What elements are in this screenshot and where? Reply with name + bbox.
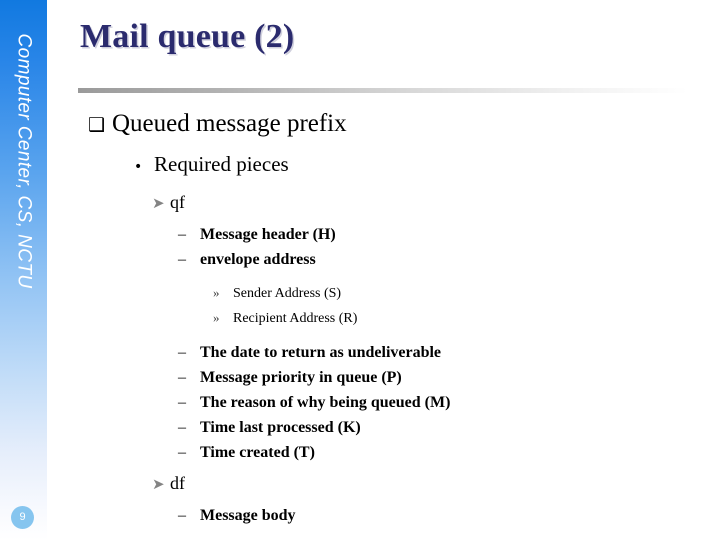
- slide-title: Mail queue (2): [80, 18, 295, 55]
- outline-item-df: ➤ df: [152, 470, 720, 497]
- outline-text: Required pieces: [154, 152, 289, 176]
- outline-item-time-last-processed: – Time last processed (K): [178, 415, 720, 440]
- guillemet-bullet-icon: »: [213, 310, 220, 325]
- outline-text: Recipient Address (R): [233, 311, 358, 326]
- outline-item-reason-queued: – The reason of why being queued (M): [178, 390, 720, 415]
- outline-item-sender-address: » Sender Address (S): [213, 281, 720, 306]
- outline-text: df: [170, 473, 185, 493]
- outline-item-message-header: – Message header (H): [178, 222, 720, 247]
- outline-text: The date to return as undeliverable: [200, 344, 442, 361]
- outline-text: envelope address: [200, 251, 316, 268]
- guillemet-bullet-icon: »: [213, 285, 220, 300]
- outline-item-message-priority: – Message priority in queue (P): [178, 365, 720, 390]
- outline-text: Message body: [200, 507, 296, 524]
- outline-text: Queued message prefix: [112, 110, 347, 137]
- disc-bullet-icon: •: [134, 159, 143, 175]
- outline-text: Sender Address (S): [233, 286, 342, 301]
- outline-item-envelope-address: – envelope address: [178, 247, 720, 272]
- outline-text: Message header (H): [200, 226, 336, 243]
- outline-text: Time last processed (K): [200, 419, 361, 436]
- outline-item-recipient-address: » Recipient Address (R): [213, 306, 720, 331]
- arrow-bullet-icon: ➤: [152, 475, 165, 493]
- dash-bullet-icon: –: [178, 444, 186, 461]
- outline-text: Time created (T): [200, 444, 315, 461]
- outline-text: qf: [170, 192, 185, 212]
- outline-item-date-to-return: – The date to return as undeliverable: [178, 340, 720, 365]
- dash-bullet-icon: –: [178, 344, 186, 361]
- dash-bullet-icon: –: [178, 369, 186, 386]
- outline-item-time-created: – Time created (T): [178, 440, 720, 465]
- title-divider-rule: [78, 88, 688, 93]
- dash-bullet-icon: –: [178, 226, 186, 243]
- arrow-bullet-icon: ➤: [152, 194, 165, 212]
- slide-body-outline: ❑ Queued message prefix • Required piece…: [0, 108, 720, 528]
- slide-canvas: Computer Center, CS, NCTU 9 Mail queue (…: [0, 0, 720, 540]
- outline-text: Message priority in queue (P): [200, 369, 402, 386]
- outline-item-qf: ➤ qf: [152, 189, 720, 216]
- dash-bullet-icon: –: [178, 394, 186, 411]
- dash-bullet-icon: –: [178, 251, 186, 268]
- outline-text: The reason of why being queued (M): [200, 394, 451, 411]
- outline-item-message-body: – Message body: [178, 503, 720, 528]
- outline-item-required-pieces: • Required pieces: [134, 150, 720, 182]
- outline-item-queued-message-prefix: ❑ Queued message prefix: [88, 108, 720, 141]
- dash-bullet-icon: –: [178, 507, 186, 524]
- dash-bullet-icon: –: [178, 419, 186, 436]
- square-bullet-icon: ❑: [88, 114, 106, 136]
